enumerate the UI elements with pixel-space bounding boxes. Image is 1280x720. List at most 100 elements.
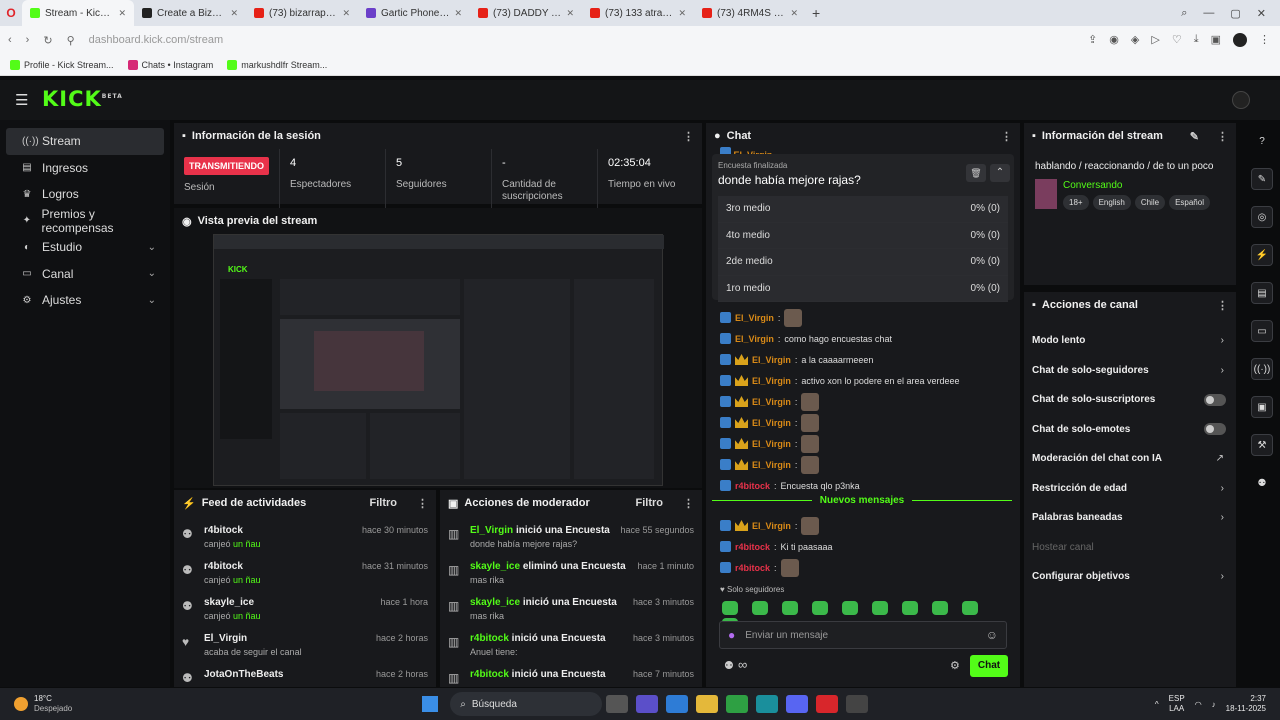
mod-menu-icon[interactable]: ⋮	[683, 497, 694, 510]
stream-tag[interactable]: Español	[1169, 195, 1210, 210]
app-icon-2[interactable]	[666, 695, 689, 713]
sidebar-item-stream[interactable]: ((·)) Stream	[6, 128, 164, 155]
points-icon[interactable]: ⚉	[724, 659, 734, 672]
tools-rail-icon[interactable]: ⚒	[1251, 434, 1273, 456]
wifi-icon[interactable]: ◠	[1195, 700, 1202, 709]
close-tab-icon[interactable]: ✕	[118, 8, 126, 19]
browser-tab[interactable]: Create a Bizarrap Music S✕	[134, 0, 246, 26]
sidebar-item-canal[interactable]: ▭ Canal ⌄	[6, 261, 164, 288]
browser-tab[interactable]: (73) DADDY YANKEE | BZ✕	[470, 0, 582, 26]
chat-username[interactable]: El_Virgin	[752, 460, 791, 470]
list-rail-icon[interactable]: ▤	[1251, 282, 1273, 304]
sidebar-item-premios[interactable]: ✦ Premios y recompensas	[6, 207, 164, 235]
browser-tab[interactable]: (73) 4RM4S LARGAS, BAF✕	[694, 0, 806, 26]
collapse-poll-button[interactable]: ⌃	[990, 164, 1010, 182]
download-icon[interactable]: ⤓	[1194, 33, 1199, 47]
mic-icon[interactable]: ●	[728, 628, 735, 642]
channel-action-configurar-objetivos[interactable]: Configurar objetivos ›	[1024, 562, 1236, 592]
channel-action-chat-de-solo-suscriptores[interactable]: Chat de solo-suscriptores	[1024, 385, 1236, 415]
category-link[interactable]: Conversando	[1063, 180, 1122, 191]
chat-username[interactable]: r4bitock	[735, 563, 770, 573]
profile-avatar[interactable]	[1233, 33, 1247, 47]
heart-icon[interactable]: ♡	[1172, 33, 1182, 47]
toggle-switch[interactable]	[1204, 393, 1226, 406]
camera-icon[interactable]: ◉	[1109, 33, 1119, 47]
delete-poll-button[interactable]: 🗑	[966, 164, 986, 182]
session-menu-icon[interactable]: ⋮	[683, 130, 694, 143]
toggle-switch[interactable]	[1204, 423, 1226, 436]
back-icon[interactable]: ‹	[8, 34, 12, 46]
channel-action-chat-de-solo-seguidores[interactable]: Chat de solo-seguidores ›	[1024, 356, 1236, 386]
discord-icon[interactable]	[786, 695, 809, 713]
mod-username[interactable]: skayle_ice	[470, 561, 520, 572]
edge-icon[interactable]	[756, 695, 779, 713]
profile-avatar-app[interactable]	[1232, 91, 1250, 109]
chat-username[interactable]: r4bitock	[735, 481, 770, 491]
forward-icon[interactable]: ›	[26, 34, 30, 46]
url-field[interactable]: dashboard.kick.com/stream	[89, 34, 224, 46]
edit-rail-icon[interactable]: ✎	[1251, 168, 1273, 190]
sidebar-item-logros[interactable]: ♛ Logros	[6, 181, 164, 208]
edit-stream-icon[interactable]: ✎	[1190, 130, 1199, 143]
activity-username[interactable]: JotaOnTheBeats	[204, 669, 283, 680]
stream-info-menu-icon[interactable]: ⋮	[1217, 130, 1228, 143]
chat-username[interactable]: El_Virgin	[752, 376, 791, 386]
activity-username[interactable]: r4bitock	[204, 525, 261, 536]
minimize-button[interactable]: —	[1203, 7, 1214, 20]
chat-rail-icon[interactable]: ▭	[1251, 320, 1273, 342]
start-button[interactable]	[422, 696, 439, 712]
share-icon[interactable]: ⇪	[1088, 33, 1097, 47]
sidebar-item-ajustes[interactable]: ⚙ Ajustes ⌄	[6, 287, 164, 314]
close-tab-icon[interactable]: ✕	[566, 8, 574, 19]
chat-username[interactable]: El_Virgin	[752, 439, 791, 449]
browser-tab[interactable]: (73) 133 atrapados - YouT✕	[582, 0, 694, 26]
kick-logo[interactable]: KICKBETA	[42, 87, 123, 111]
camera-rail-icon[interactable]: ◎	[1251, 206, 1273, 228]
chat-username[interactable]: El_Virgin	[735, 313, 774, 323]
taskbar-search[interactable]: ⌕ Búsqueda	[450, 692, 603, 716]
mod-username[interactable]: El_Virgin	[470, 525, 513, 536]
activity-filter-button[interactable]: Filtro	[370, 497, 398, 509]
chat-username[interactable]: El_Virgin	[752, 355, 791, 365]
channel-action-restricci-n-de-edad[interactable]: Restricción de edad ›	[1024, 474, 1236, 504]
volume-icon[interactable]: ♪	[1212, 700, 1216, 709]
close-tab-icon[interactable]: ✕	[454, 8, 462, 19]
activity-username[interactable]: El_Virgin	[204, 633, 302, 644]
close-tab-icon[interactable]: ✕	[678, 8, 686, 19]
browser-tab[interactable]: Gartic Phone - Telefono D✕	[358, 0, 470, 26]
browser-tab[interactable]: (73) bizarrap villano antills✕	[246, 0, 358, 26]
file-explorer-icon[interactable]	[696, 695, 719, 713]
bookmark-kick[interactable]: Profile - Kick Stream...	[10, 59, 114, 70]
chat-input[interactable]: ● Enviar un mensaje ☺	[719, 621, 1007, 649]
mod-username[interactable]: r4bitock	[470, 633, 509, 644]
menu-icon[interactable]: ⋮	[1259, 33, 1270, 47]
app-icon-1[interactable]	[636, 695, 659, 713]
emote-bar[interactable]	[722, 601, 1012, 632]
browser-tab[interactable]: Stream - Kick Dashbo✕	[22, 0, 134, 26]
activity-username[interactable]: skayle_ice	[204, 597, 261, 608]
mod-username[interactable]: skayle_ice	[470, 597, 520, 608]
close-tab-icon[interactable]: ✕	[342, 8, 350, 19]
shield-icon[interactable]: ◈	[1131, 33, 1139, 47]
new-messages-divider[interactable]: Nuevos mensajes	[712, 495, 1012, 506]
hamburger-menu-icon[interactable]: ☰	[15, 91, 28, 109]
chat-username[interactable]: El_Virgin	[752, 397, 791, 407]
close-tab-icon[interactable]: ✕	[230, 8, 238, 19]
search-tabs-icon[interactable]: ⌕	[1181, 7, 1187, 20]
sidebar-item-ingresos[interactable]: ▤ Ingresos	[6, 155, 164, 182]
chat-menu-icon[interactable]: ⋮	[1001, 130, 1012, 143]
maximize-button[interactable]: ▢	[1230, 7, 1240, 20]
opera-taskbar-icon[interactable]	[816, 695, 839, 713]
activity-menu-icon[interactable]: ⋮	[417, 497, 428, 510]
send-chat-button[interactable]: Chat	[970, 655, 1008, 677]
channel-action-moderaci-n-del-chat-con-ia[interactable]: Moderación del chat con IA ↗	[1024, 444, 1236, 474]
extensions-icon[interactable]: ▣	[1211, 33, 1221, 47]
bookmark-markush[interactable]: markushdlfr Stream...	[227, 59, 327, 70]
mod-filter-button[interactable]: Filtro	[636, 497, 664, 509]
bookmark-instagram[interactable]: Chats • Instagram	[127, 59, 213, 70]
broadcast-rail-icon[interactable]: ((·))	[1251, 358, 1273, 380]
site-settings-icon[interactable]: ⚲	[67, 34, 75, 47]
activity-username[interactable]: r4bitock	[204, 561, 261, 572]
new-tab-button[interactable]: +	[812, 5, 820, 21]
chat-username[interactable]: El_Virgin	[752, 521, 791, 531]
